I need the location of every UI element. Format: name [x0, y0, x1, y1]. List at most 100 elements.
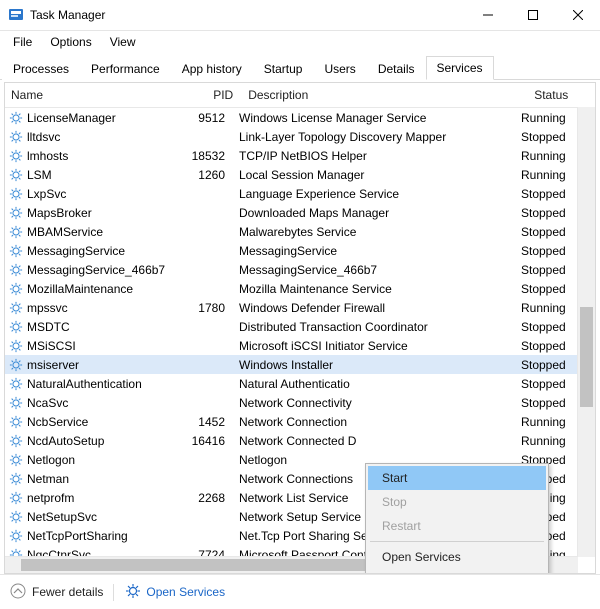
- service-status: Stopped: [519, 206, 581, 220]
- tab-processes[interactable]: Processes: [2, 57, 80, 80]
- menu-file[interactable]: File: [4, 33, 41, 51]
- gear-icon: [9, 187, 23, 201]
- minimize-button[interactable]: [465, 0, 510, 30]
- context-menu: Start Stop Restart Open Services Search …: [365, 463, 549, 574]
- gear-icon: [9, 472, 23, 486]
- menu-options[interactable]: Options: [41, 33, 100, 51]
- service-status: Stopped: [519, 377, 581, 391]
- ctx-search-online[interactable]: Search online: [368, 569, 546, 574]
- header-status[interactable]: Status: [528, 83, 595, 107]
- taskmanager-icon: [8, 7, 24, 23]
- service-desc: Distributed Transaction Coordinator: [233, 320, 519, 334]
- service-name: NcbService: [27, 415, 88, 429]
- table-row[interactable]: lmhosts18532TCP/IP NetBIOS HelperRunning: [5, 146, 595, 165]
- table-row[interactable]: MSiSCSI Microsoft iSCSI Initiator Service…: [5, 336, 595, 355]
- tab-performance[interactable]: Performance: [80, 57, 171, 80]
- close-button[interactable]: [555, 0, 600, 30]
- service-name: msiserver: [27, 358, 79, 372]
- header-pid[interactable]: PID: [179, 83, 242, 107]
- tabs: Processes Performance App history Startu…: [0, 53, 600, 80]
- vertical-scroll-thumb[interactable]: [580, 307, 593, 407]
- header-description[interactable]: Description: [242, 83, 528, 107]
- fewer-details-button[interactable]: Fewer details: [10, 583, 103, 602]
- gear-icon: [126, 584, 140, 601]
- service-desc: Windows Installer: [233, 358, 519, 372]
- chevron-up-icon: [10, 583, 26, 602]
- service-name: Netman: [27, 472, 69, 486]
- menu-view[interactable]: View: [101, 33, 145, 51]
- table-row[interactable]: NaturalAuthenticationNatural Authenticat…: [5, 374, 595, 393]
- service-pid: 1260: [177, 168, 233, 182]
- service-pid: 18532: [177, 149, 233, 163]
- services-grid: Name PID Description Status LicenseManag…: [4, 82, 596, 574]
- gear-icon: [9, 206, 23, 220]
- service-status: Running: [519, 434, 581, 448]
- ctx-separator: [370, 541, 544, 542]
- service-pid: 16416: [177, 434, 233, 448]
- gear-icon: [9, 244, 23, 258]
- gear-icon: [9, 320, 23, 334]
- service-name: NaturalAuthentication: [27, 377, 142, 391]
- service-desc: Microsoft iSCSI Initiator Service: [233, 339, 519, 353]
- gear-icon: [9, 111, 23, 125]
- service-status: Running: [519, 168, 581, 182]
- service-desc: Windows License Manager Service: [233, 111, 519, 125]
- gear-icon: [9, 396, 23, 410]
- open-services-link[interactable]: Open Services: [113, 584, 225, 601]
- tab-users[interactable]: Users: [313, 57, 366, 80]
- table-row[interactable]: lltdsvcLink-Layer Topology Discovery Map…: [5, 127, 595, 146]
- service-name: MSiSCSI: [27, 339, 76, 353]
- table-row[interactable]: LxpSvcLanguage Experience ServiceStopped: [5, 184, 595, 203]
- service-name: MessagingService_466b7: [27, 263, 165, 277]
- service-name: MSDTC: [27, 320, 70, 334]
- service-name: LicenseManager: [27, 111, 116, 125]
- service-name: mpssvc: [27, 301, 68, 315]
- vertical-scrollbar[interactable]: [577, 107, 595, 557]
- gear-icon: [9, 529, 23, 543]
- ctx-open-services[interactable]: Open Services: [368, 545, 546, 569]
- gear-icon: [9, 225, 23, 239]
- header-name[interactable]: Name: [5, 83, 179, 107]
- gear-icon: [9, 453, 23, 467]
- gear-icon: [9, 301, 23, 315]
- table-row[interactable]: LSM1260Local Session ManagerRunning: [5, 165, 595, 184]
- open-services-label: Open Services: [146, 585, 225, 599]
- service-desc: Downloaded Maps Manager: [233, 206, 519, 220]
- service-pid: 9512: [177, 111, 233, 125]
- titlebar[interactable]: Task Manager: [0, 0, 600, 31]
- table-row[interactable]: MessagingServiceMessagingServiceStopped: [5, 241, 595, 260]
- gear-icon: [9, 415, 23, 429]
- service-name: MessagingService: [27, 244, 125, 258]
- gear-icon: [9, 149, 23, 163]
- tab-services[interactable]: Services: [426, 56, 494, 80]
- table-row[interactable]: NcaSvcNetwork ConnectivityStopped: [5, 393, 595, 412]
- table-row[interactable]: NcdAutoSetup16416Network Connected DRunn…: [5, 431, 595, 450]
- tab-details[interactable]: Details: [367, 57, 426, 80]
- table-row[interactable]: NcbService1452Network ConnectionRunning: [5, 412, 595, 431]
- gear-icon: [9, 358, 23, 372]
- ctx-start[interactable]: Start: [368, 466, 546, 490]
- table-row[interactable]: LicenseManager 9512Windows License Manage…: [5, 108, 595, 127]
- tab-startup[interactable]: Startup: [253, 57, 314, 80]
- service-status: Stopped: [519, 282, 581, 296]
- table-row[interactable]: MessagingService_466b7MessagingService_4…: [5, 260, 595, 279]
- service-desc: MessagingService: [233, 244, 519, 258]
- table-row[interactable]: MSDTC Distributed Transaction Coordinator…: [5, 317, 595, 336]
- service-name: NetTcpPortSharing: [27, 529, 128, 543]
- service-name: NcaSvc: [27, 396, 68, 410]
- table-row[interactable]: MozillaMaintenanceMozilla Maintenance Se…: [5, 279, 595, 298]
- tab-app-history[interactable]: App history: [171, 57, 253, 80]
- service-status: Stopped: [519, 339, 581, 353]
- gear-icon: [9, 130, 23, 144]
- table-row[interactable]: msiserverWindows InstallerStopped: [5, 355, 595, 374]
- service-status: Stopped: [519, 396, 581, 410]
- table-row[interactable]: MBAMServiceMalwarebytes ServiceStopped: [5, 222, 595, 241]
- service-pid: 2268: [177, 491, 233, 505]
- gear-icon: [9, 434, 23, 448]
- table-row[interactable]: mpssvc1780Windows Defender FirewallRunni…: [5, 298, 595, 317]
- gear-icon: [9, 282, 23, 296]
- service-name: lmhosts: [27, 149, 68, 163]
- table-row[interactable]: MapsBrokerDownloaded Maps ManagerStopped: [5, 203, 595, 222]
- service-status: Stopped: [519, 244, 581, 258]
- maximize-button[interactable]: [510, 0, 555, 30]
